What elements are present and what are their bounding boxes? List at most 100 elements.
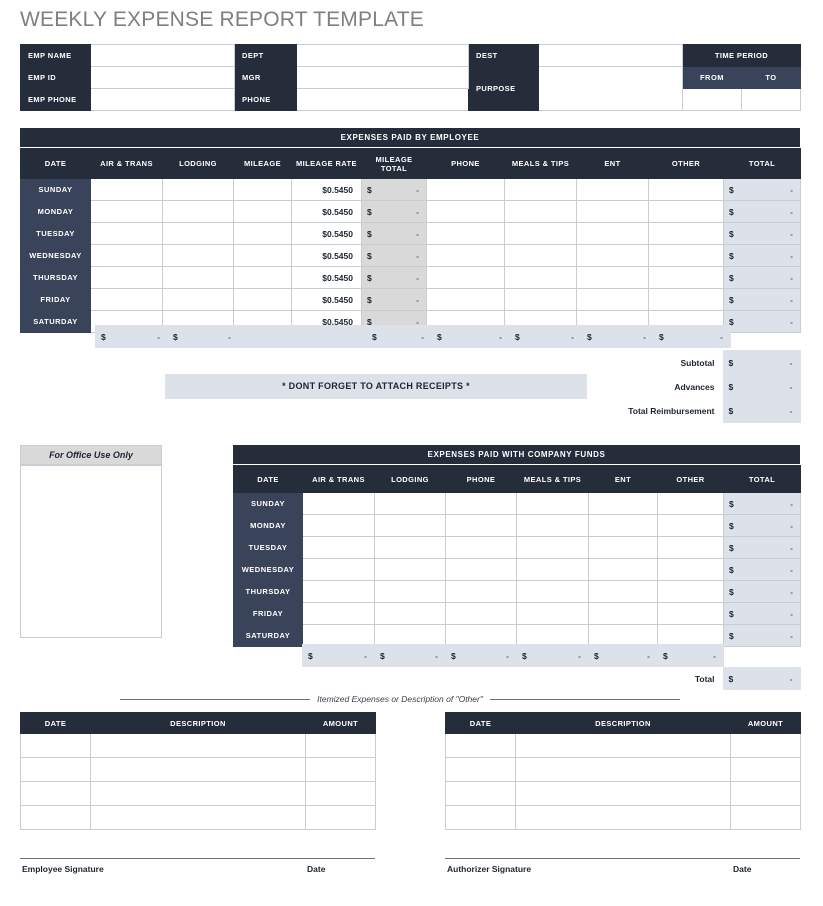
office-use-body[interactable] [20, 465, 162, 638]
cell-ent[interactable] [588, 602, 658, 625]
cell-ent[interactable] [588, 536, 658, 559]
cell-other[interactable] [648, 222, 724, 245]
cell-amount[interactable] [730, 781, 801, 806]
cell-air-trans[interactable] [302, 514, 375, 537]
cell-other[interactable] [657, 536, 724, 559]
cell-phone[interactable] [445, 514, 517, 537]
authorizer-signature-line[interactable] [445, 858, 800, 859]
cell-phone[interactable] [445, 558, 517, 581]
cell-ent[interactable] [576, 266, 649, 289]
cell-air-trans[interactable] [90, 222, 163, 245]
cell-mileage[interactable] [233, 200, 292, 223]
cell-description[interactable] [515, 781, 731, 806]
cell-other[interactable] [657, 514, 724, 537]
cell-description[interactable] [90, 733, 306, 758]
cell-meals-tips[interactable] [516, 536, 589, 559]
cell-meals-tips[interactable] [516, 492, 589, 515]
cell-description[interactable] [515, 733, 731, 758]
field-mgr[interactable] [296, 66, 469, 89]
cell-air-trans[interactable] [90, 200, 163, 223]
cell-ent[interactable] [576, 200, 649, 223]
cell-phone[interactable] [426, 266, 505, 289]
cell-amount[interactable] [305, 805, 376, 830]
cell-phone[interactable] [445, 602, 517, 625]
field-purpose[interactable] [538, 66, 683, 111]
cell-meals-tips[interactable] [504, 288, 577, 311]
cell-meals-tips[interactable] [504, 178, 577, 201]
cell-meals-tips[interactable] [504, 200, 577, 223]
cell-date[interactable] [20, 805, 91, 830]
cell-phone[interactable] [445, 536, 517, 559]
cell-air-trans[interactable] [90, 244, 163, 267]
cell-lodging[interactable] [162, 288, 234, 311]
cell-phone[interactable] [445, 492, 517, 515]
cell-date[interactable] [20, 781, 91, 806]
field-phone[interactable] [296, 88, 469, 111]
cell-description[interactable] [90, 805, 306, 830]
cell-lodging[interactable] [162, 222, 234, 245]
cell-air-trans[interactable] [302, 558, 375, 581]
cell-ent[interactable] [576, 288, 649, 311]
cell-other[interactable] [657, 580, 724, 603]
cell-other[interactable] [648, 288, 724, 311]
field-dest[interactable] [538, 44, 683, 67]
cell-mileage[interactable] [233, 244, 292, 267]
cell-meals-tips[interactable] [504, 244, 577, 267]
cell-lodging[interactable] [162, 266, 234, 289]
cell-other[interactable] [648, 200, 724, 223]
cell-ent[interactable] [576, 178, 649, 201]
cell-ent[interactable] [588, 580, 658, 603]
cell-other[interactable] [657, 492, 724, 515]
cell-amount[interactable] [730, 805, 801, 830]
cell-amount[interactable] [305, 781, 376, 806]
cell-description[interactable] [515, 757, 731, 782]
cell-mileage[interactable] [233, 266, 292, 289]
cell-lodging[interactable] [374, 558, 446, 581]
cell-other[interactable] [648, 244, 724, 267]
cell-other[interactable] [648, 178, 724, 201]
cell-mileage[interactable] [233, 222, 292, 245]
cell-air-trans[interactable] [90, 288, 163, 311]
cell-ent[interactable] [588, 558, 658, 581]
cell-lodging[interactable] [374, 602, 446, 625]
cell-meals-tips[interactable] [504, 222, 577, 245]
field-emp-name[interactable] [90, 44, 235, 67]
cell-amount[interactable] [730, 757, 801, 782]
cell-date[interactable] [445, 805, 516, 830]
cell-meals-tips[interactable] [516, 558, 589, 581]
cell-mileage[interactable] [233, 288, 292, 311]
cell-lodging[interactable] [162, 178, 234, 201]
cell-other[interactable] [657, 602, 724, 625]
field-from[interactable] [682, 88, 742, 111]
cell-air-trans[interactable] [302, 536, 375, 559]
cell-phone[interactable] [426, 178, 505, 201]
cell-phone[interactable] [426, 244, 505, 267]
field-emp-phone[interactable] [90, 88, 235, 111]
cell-ent[interactable] [588, 492, 658, 515]
cell-phone[interactable] [426, 222, 505, 245]
cell-meals-tips[interactable] [516, 580, 589, 603]
cell-meals-tips[interactable] [516, 514, 589, 537]
cell-lodging[interactable] [162, 200, 234, 223]
cell-phone[interactable] [426, 288, 505, 311]
cell-lodging[interactable] [374, 580, 446, 603]
cell-air-trans[interactable] [302, 602, 375, 625]
cell-date[interactable] [20, 733, 91, 758]
cell-air-trans[interactable] [90, 178, 163, 201]
cell-meals-tips[interactable] [504, 266, 577, 289]
cell-amount[interactable] [305, 757, 376, 782]
cell-ent[interactable] [576, 244, 649, 267]
cell-phone[interactable] [445, 580, 517, 603]
cell-amount[interactable] [730, 733, 801, 758]
cell-ent[interactable] [588, 514, 658, 537]
cell-lodging[interactable] [374, 536, 446, 559]
cell-air-trans[interactable] [90, 266, 163, 289]
cell-date[interactable] [445, 757, 516, 782]
cell-meals-tips[interactable] [516, 602, 589, 625]
employee-signature-line[interactable] [20, 858, 375, 859]
field-to[interactable] [741, 88, 801, 111]
cell-date[interactable] [20, 757, 91, 782]
cell-lodging[interactable] [374, 514, 446, 537]
cell-description[interactable] [515, 805, 731, 830]
cell-date[interactable] [445, 781, 516, 806]
